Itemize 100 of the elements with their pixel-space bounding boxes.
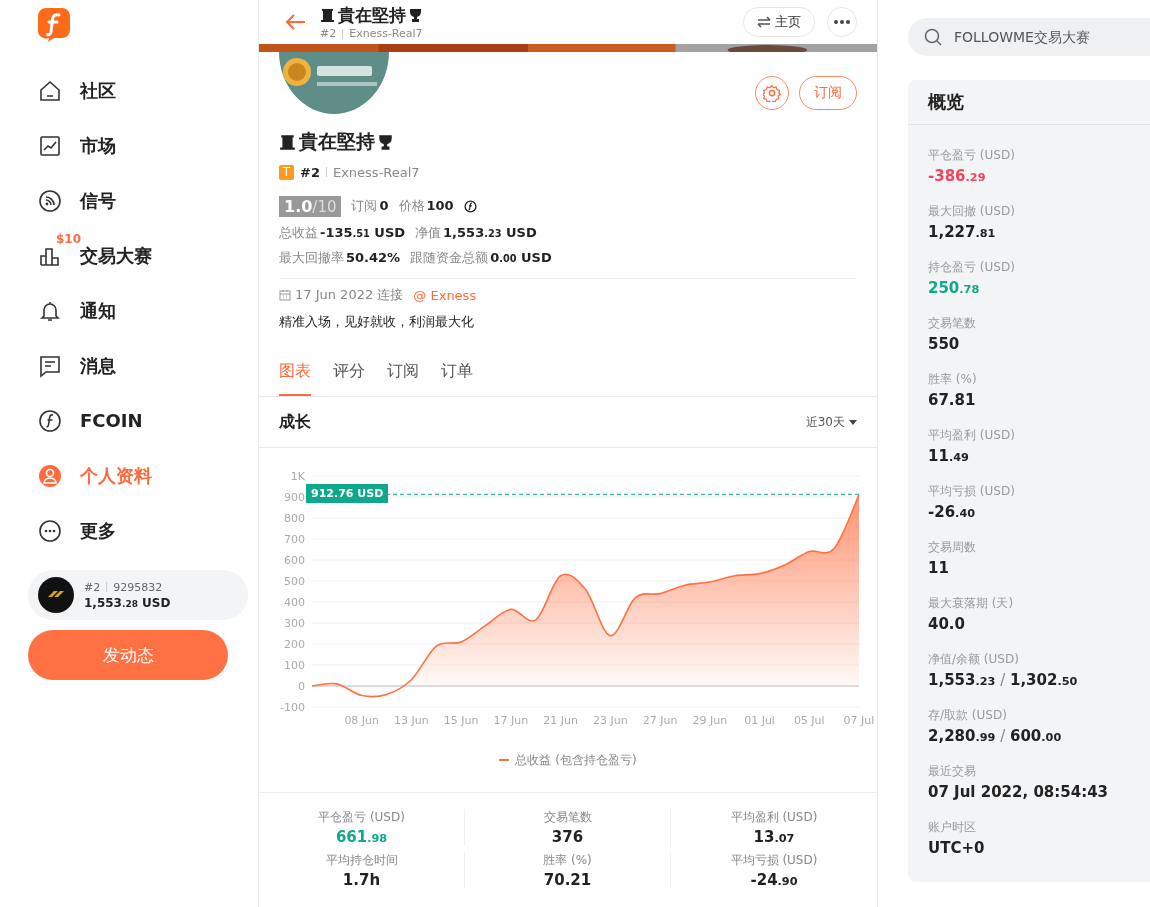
calendar-icon	[279, 289, 291, 301]
stat-value: 70.21	[543, 871, 592, 889]
rating-badge: 1.0/10	[279, 195, 342, 217]
stat-value: 1,227.81	[928, 223, 997, 241]
stat-label: 最大回撤 (USD)	[928, 203, 1016, 220]
axis-label: 800	[284, 512, 305, 525]
account-id: 9295832	[113, 580, 163, 594]
swap-icon	[757, 16, 771, 28]
axis-label: 1K	[290, 470, 305, 483]
nav-item[interactable]: FCOIN	[38, 393, 230, 448]
profile-stat: 净值 1,553.23 USD	[415, 224, 537, 242]
account-balance: 1,553.28 USD	[84, 595, 171, 610]
stat-value: 2,280.99 / 600.00	[928, 727, 1063, 745]
nav-item[interactable]: 更多	[38, 503, 230, 558]
stat-label: 交易笔数	[543, 809, 592, 826]
profile-stat: 最大回撤率 50.42%	[279, 249, 401, 267]
profile-bio: 精准入场，见好就收，利润最大化	[279, 313, 475, 331]
nav-item[interactable]: 通知	[38, 283, 230, 338]
search-icon	[924, 28, 942, 46]
connected-date: 17 Jun 2022 连接	[295, 286, 404, 304]
stat-label: 平均盈利 (USD)	[730, 809, 818, 826]
axis-label: 08 Jun	[344, 714, 380, 727]
panel-title: 概览	[908, 80, 1150, 125]
home-button[interactable]: 主页	[743, 7, 815, 37]
account-rank: #2	[84, 580, 101, 594]
caret-icon	[849, 419, 857, 425]
nav-item[interactable]: 市场	[38, 118, 230, 173]
stat-label: 平均亏损 (USD)	[928, 483, 1016, 500]
broker-logo-icon	[38, 577, 74, 613]
nav-item[interactable]: 消息	[38, 338, 230, 393]
axis-label: 600	[284, 554, 305, 567]
axis-label: -100	[280, 701, 305, 714]
axis-label: 23 Jun	[593, 714, 628, 727]
stat-value: 07 Jul 2022, 08:54:43	[928, 783, 1109, 801]
header-title: 貴在堅持	[338, 4, 406, 27]
stat-label: 交易周数	[928, 539, 977, 556]
stat-value: 67.81	[928, 391, 977, 409]
stat-label: 平均持仓时间	[325, 852, 398, 869]
axis-label: 400	[284, 596, 305, 609]
stat-value: 1.7h	[342, 871, 381, 889]
tab[interactable]: 订单	[441, 351, 473, 396]
nav-item[interactable]: $10 交易大赛	[38, 228, 230, 283]
logo-icon[interactable]	[38, 8, 70, 42]
stat-value: UTC+0	[928, 839, 986, 857]
stat-label: 净值/余额 (USD)	[928, 651, 1020, 668]
stat-value: 661.98	[335, 828, 388, 846]
value-label: 912.76 USD	[306, 484, 389, 504]
axis-label: 200	[284, 638, 305, 651]
stat-value: 40.0	[928, 615, 966, 633]
trophy-icon	[378, 133, 393, 151]
period-dropdown[interactable]: 近30天	[805, 413, 857, 431]
stat-value: 250.78	[928, 279, 981, 297]
tab[interactable]: 评分	[333, 351, 365, 396]
axis-label: 300	[284, 617, 305, 630]
account-card[interactable]: #2 9295832 1,553.28 USD	[28, 570, 248, 620]
stat-value: 11.49	[928, 447, 970, 465]
stat-label: 最近交易	[928, 763, 977, 780]
stat-value: -26.40	[928, 503, 977, 521]
profile-stat: 总收益-135.51 USD	[279, 224, 406, 242]
legend-label: 总收益 (包含持仓盈亏)	[515, 751, 637, 769]
stat-value: 376	[551, 828, 584, 846]
axis-label: 17 Jun	[493, 714, 529, 727]
axis-label: 0	[298, 680, 305, 693]
axis-label: 29 Jun	[692, 714, 728, 727]
search-field[interactable]: FOLLOWME交易大赛	[908, 18, 1150, 56]
stat-label: 胜率 (%)	[543, 852, 592, 869]
header-server: Exness-Real7	[349, 27, 423, 40]
user-icon	[38, 463, 62, 488]
stat-label: 最大衰落期 (天)	[928, 595, 1015, 612]
tab[interactable]: 订阅	[387, 351, 419, 396]
tier-badge: T	[279, 164, 294, 180]
more-button[interactable]	[827, 7, 857, 37]
stat-value: 13.07	[753, 828, 795, 846]
stat-value: 1,553.23 / 1,302.50	[928, 671, 1079, 689]
stat-label: 账户时区	[928, 819, 977, 836]
stat-value: 11	[928, 559, 950, 577]
stat-value: 550	[928, 335, 961, 353]
axis-label: 100	[284, 659, 305, 672]
axis-label: 700	[284, 533, 305, 546]
trophy-icon	[409, 8, 422, 23]
axis-label: 500	[284, 575, 305, 588]
axis-label: 01 Jul	[744, 714, 775, 727]
rss-icon	[38, 188, 62, 213]
coin-icon	[38, 408, 62, 433]
nav-item[interactable]: 社区	[38, 63, 230, 118]
nav-item[interactable]: 信号	[38, 173, 230, 228]
more-icon	[38, 518, 62, 543]
stat-value: -24.90	[750, 871, 798, 889]
axis-label: 27 Jun	[642, 714, 678, 727]
stat-label: 平仓盈亏 (USD)	[318, 809, 405, 826]
message-icon	[38, 353, 62, 378]
stat-label: 存/取款 (USD)	[928, 707, 1008, 724]
stat-label: 交易笔数	[928, 315, 977, 332]
settings-icon	[763, 84, 781, 102]
settings-button[interactable]	[755, 76, 789, 110]
axis-label: 21 Jun	[543, 714, 578, 727]
profile-server: Exness-Real7	[332, 164, 420, 180]
stat-label: 平仓盈亏 (USD)	[928, 147, 1016, 164]
back-arrow-icon[interactable]	[286, 14, 306, 30]
axis-label: 13 Jun	[394, 714, 429, 727]
